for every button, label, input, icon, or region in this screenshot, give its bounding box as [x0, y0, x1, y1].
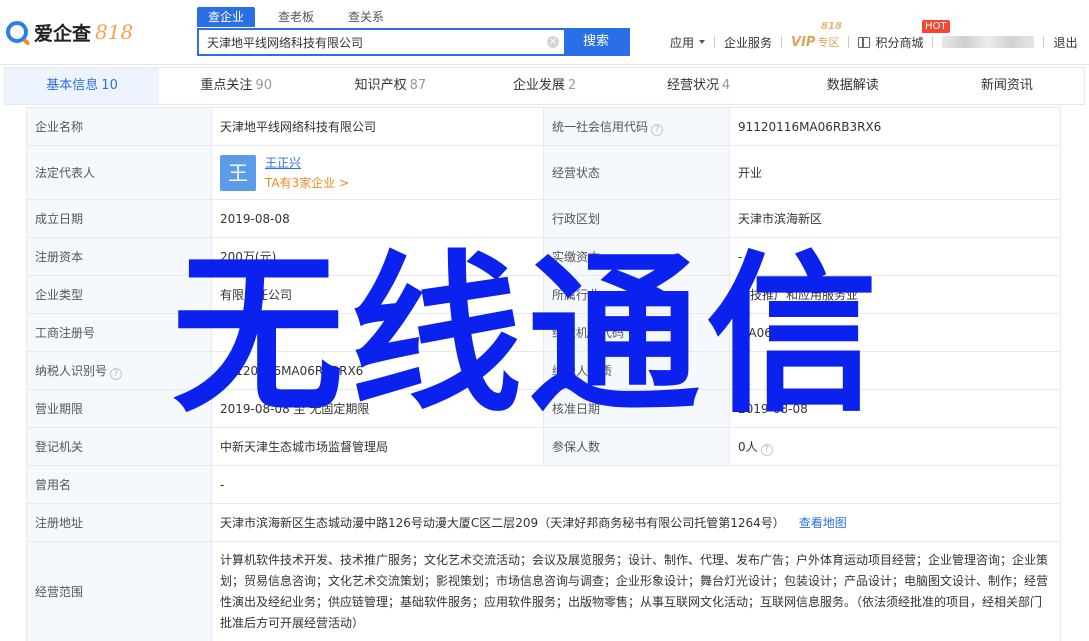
tab-basic-info[interactable]: 基本信息 10: [5, 68, 160, 104]
credit-code-label: 统一社会信用代码: [552, 119, 649, 134]
tab-ip[interactable]: 知识产权 87: [313, 68, 467, 104]
table-row: 经营范围 计算机软件技术开发、技术推广服务；文化艺术交流活动；会议及展览服务；设…: [26, 541, 1061, 641]
scope-label: 经营范围: [26, 541, 212, 641]
nav-divider: [781, 36, 783, 48]
legal-rep-cell: 王 王正兴 TA有3家企业 >: [211, 145, 544, 200]
search-tab-relation[interactable]: 查关系: [337, 7, 395, 27]
search-button[interactable]: 搜索: [564, 30, 628, 54]
tab-label: 基本信息: [46, 78, 99, 93]
avatar[interactable]: 王: [220, 154, 256, 191]
nav-divider: [848, 36, 850, 48]
nav-app-label: 应用: [670, 35, 695, 50]
legal-rep: 王 王正兴 TA有3家企业 >: [220, 154, 535, 191]
section-tabs: 基本信息 10 重点关注 90 知识产权 87 企业发展 2 经营状况 4 数据解读 新闻…: [4, 67, 1085, 105]
help-icon[interactable]: ?: [110, 367, 123, 380]
logo-818: 818: [95, 20, 134, 44]
status-label: 经营状态: [543, 145, 730, 200]
logo-text: 爱企查: [34, 22, 92, 45]
nav-divider: [714, 36, 716, 48]
vip-label: VIP: [791, 34, 816, 50]
address-value: 天津市滨海新区生态城动漫中路126号动漫大厦C区二层209（天津好邦商务秘书有限…: [220, 516, 785, 530]
top-header: 爱企查 818 查企业 查老板 查关系 × 搜索 应用 企业服务 VIP专区 8…: [0, 0, 1089, 64]
company-name-value: 天津地平线网络科技有限公司: [211, 107, 544, 146]
address-cell: 天津市滨海新区生态城动漫中路126号动漫大厦C区二层209（天津好邦商务秘书有限…: [211, 503, 1061, 542]
nav-app[interactable]: 应用: [670, 34, 706, 51]
search-clear-button[interactable]: ×: [542, 30, 564, 54]
tab-count: 10: [101, 78, 118, 93]
vip-818-badge: 818: [821, 21, 842, 32]
former-name-label: 曾用名: [26, 465, 212, 504]
tab-count: 90: [255, 78, 272, 93]
legal-rep-label: 法定代表人: [26, 145, 212, 200]
tab-label: 重点关注: [200, 78, 253, 93]
gift-icon: [858, 36, 871, 48]
tab-count: 4: [722, 78, 731, 93]
nav-vip-zone[interactable]: VIP 专区 818: [791, 21, 842, 50]
table-row: 注册地址 天津市滨海新区生态城动漫中路126号动漫大厦C区二层209（天津好邦商…: [26, 503, 1061, 542]
nav-divider: [1043, 36, 1045, 48]
tab-label: 经营状况: [666, 78, 719, 93]
tab-label: 知识产权: [354, 78, 407, 93]
table-row: 企业名称 天津地平线网络科技有限公司 统一社会信用代码? 91120116MA0…: [26, 107, 1061, 146]
logout-button[interactable]: 退出: [1053, 34, 1077, 51]
user-account-blurred[interactable]: [942, 36, 1035, 48]
status-value: 开业: [729, 145, 1061, 200]
help-icon[interactable]: ?: [651, 123, 664, 136]
tax-id-label: 纳税人识别号: [35, 363, 108, 378]
nav-divider: [932, 36, 934, 48]
legal-rep-companies-link[interactable]: TA有3家企业 >: [265, 174, 349, 191]
close-icon: ×: [547, 36, 559, 48]
view-map-link[interactable]: 查看地图: [799, 516, 847, 530]
nav-enterprise-service[interactable]: 企业服务: [724, 34, 772, 51]
table-row: 法定代表人 王 王正兴 TA有3家企业 > 经营状态 开业: [26, 145, 1061, 200]
credit-code-value: 91120116MA06RB3RX6: [729, 107, 1061, 146]
logo[interactable]: 爱企查 818: [6, 18, 133, 46]
company-name-label: 企业名称: [26, 107, 212, 146]
address-label: 注册地址: [26, 503, 212, 542]
hot-badge: HOT: [922, 20, 950, 33]
tab-operation[interactable]: 经营状况 4: [622, 68, 776, 104]
tab-label: 企业发展: [512, 78, 565, 93]
tab-data-analysis[interactable]: 数据解读: [776, 68, 930, 104]
tab-key-focus[interactable]: 重点关注 90: [159, 68, 313, 104]
search-input[interactable]: [199, 30, 542, 54]
logo-search-icon: [6, 21, 28, 43]
top-nav: 应用 企业服务 VIP 专区 818 积分商城 退出: [670, 21, 1078, 52]
vip-zone-label: 专区: [817, 36, 840, 49]
scope-value: 计算机软件技术开发、技术推广服务；文化艺术交流活动；会议及展览服务；设计、制作、…: [211, 541, 1061, 641]
search-box: × 搜索: [197, 28, 630, 56]
tab-count: 87: [409, 78, 427, 93]
tab-development[interactable]: 企业发展 2: [467, 68, 621, 104]
nav-points-mall[interactable]: 积分商城: [858, 34, 923, 51]
chevron-down-icon: [699, 40, 706, 44]
watermark-text: 无线通信: [172, 235, 884, 436]
tab-label: 新闻资讯: [980, 78, 1033, 93]
header-divider: [0, 64, 1089, 65]
points-mall-label: 积分商城: [875, 35, 924, 50]
search-tabs: 查企业 查老板 查关系: [197, 7, 407, 27]
legal-rep-name-link[interactable]: 王正兴: [265, 154, 349, 171]
table-row: 曾用名 -: [26, 465, 1061, 504]
search-tab-company[interactable]: 查企业: [197, 7, 256, 27]
tab-label: 数据解读: [826, 78, 879, 93]
credit-code-label-cell: 统一社会信用代码?: [543, 107, 730, 146]
former-name-value: -: [211, 465, 1061, 504]
tab-news[interactable]: 新闻资讯: [930, 68, 1084, 104]
search-tab-boss[interactable]: 查老板: [267, 7, 325, 27]
tab-count: 2: [567, 78, 577, 93]
